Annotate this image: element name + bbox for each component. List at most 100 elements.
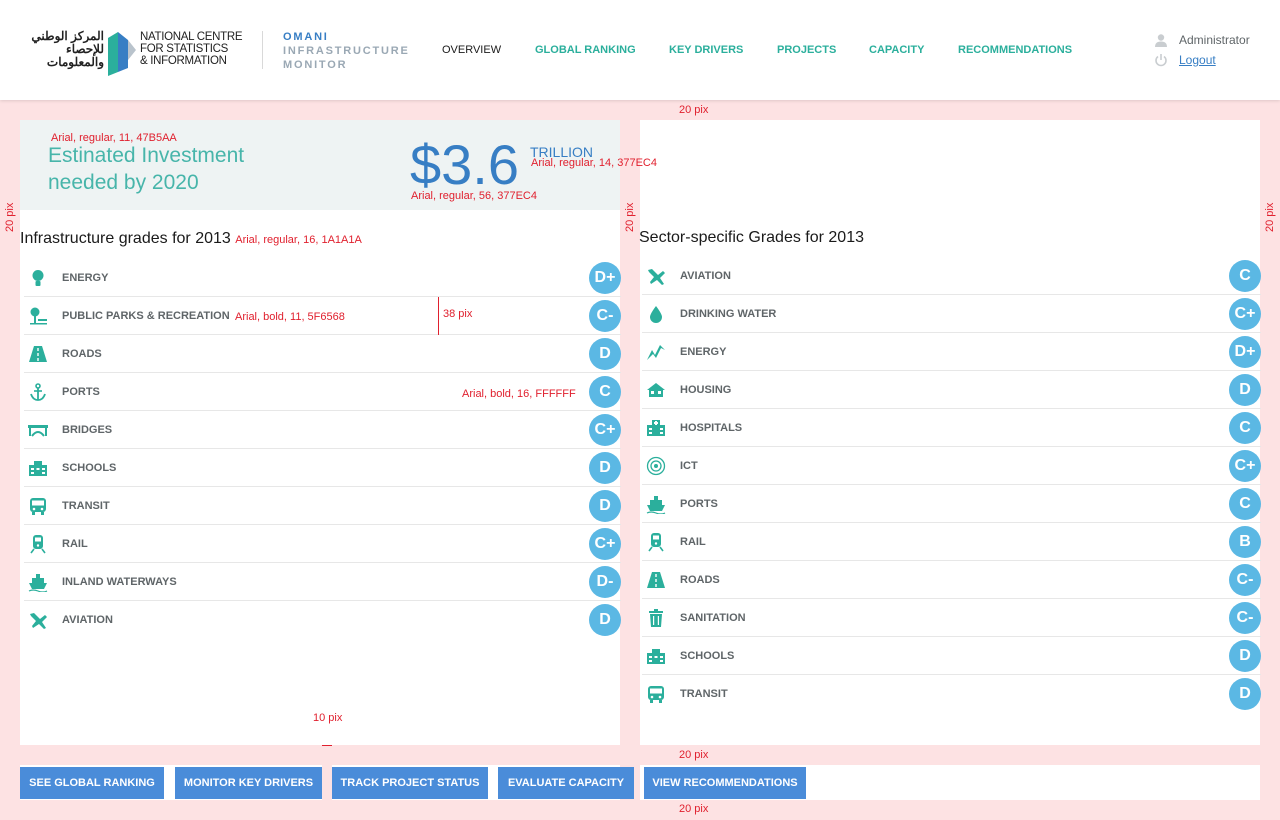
grade-badge: C [1229, 412, 1261, 444]
logout-link[interactable]: Logout [1179, 53, 1216, 67]
annotation-grade-spec: Arial, bold, 16, FFFFFF [462, 388, 576, 400]
grade-badge: D+ [1229, 336, 1261, 368]
nav-recommendations[interactable]: RECOMMENDATIONS [958, 44, 1072, 56]
list-item[interactable]: SCHOOLS D [24, 449, 621, 487]
ncsi-logo[interactable]: المركز الوطني للإحصاء والمعلومات NATIONA… [22, 28, 244, 76]
annotation-right-gap: 20 pix [1264, 202, 1276, 232]
guide-button-gap [322, 745, 332, 820]
nav-capacity[interactable]: CAPACITY [869, 44, 924, 56]
trash-icon [649, 609, 663, 627]
hospital-icon [647, 420, 665, 436]
header-divider [262, 31, 263, 69]
list-item[interactable]: ROADS D [24, 335, 621, 373]
list-item[interactable]: PUBLIC PARKS & RECREATION Arial, bold, 1… [24, 297, 621, 335]
grade-badge: C [1229, 260, 1261, 292]
nav-key-drivers[interactable]: KEY DRIVERS [669, 44, 743, 56]
annotation-row-height: 38 pix [443, 308, 473, 320]
guide-top [0, 100, 1280, 120]
evaluate-capacity-button[interactable]: EVALUATE CAPACITY [498, 767, 634, 799]
app-root: المركز الوطني للإحصاء والمعلومات NATIONA… [0, 0, 1280, 820]
grade-badge: D+ [589, 262, 621, 294]
list-item[interactable]: TRANSIT D [24, 487, 621, 525]
ship-icon [646, 496, 666, 514]
gap-marker [322, 745, 332, 746]
grade-badge: C+ [1229, 298, 1261, 330]
bridge-icon [28, 425, 48, 437]
plane-icon [648, 269, 665, 285]
house-icon [647, 383, 665, 397]
annotation-left-gap: 20 pix [4, 202, 16, 232]
list-item[interactable]: ENERGY D+ [642, 333, 1261, 371]
logo-mark-icon [108, 32, 136, 76]
list-item[interactable]: PORTS C [642, 485, 1261, 523]
grade-badge: C [1229, 488, 1261, 520]
grade-badge: D- [589, 566, 621, 598]
annotation-value-spec: Arial, regular, 56, 377EC4 [411, 190, 537, 202]
school-icon [647, 649, 665, 664]
list-item[interactable]: PORTS Arial, bold, 16, FFFFFF C [24, 373, 621, 411]
view-recommendations-button[interactable]: VIEW RECOMMENDATIONS [644, 767, 806, 799]
water-drop-icon [650, 306, 662, 323]
investment-value: $3.6 [410, 133, 519, 196]
user-menu: Administrator Logout [1154, 32, 1250, 72]
grade-badge: D [589, 604, 621, 636]
user-name: Administrator [1179, 33, 1250, 47]
row-height-marker [438, 297, 439, 335]
train-icon [30, 535, 46, 554]
list-item[interactable]: ROADS C- [642, 561, 1261, 599]
train-icon [648, 533, 664, 552]
list-item[interactable]: HOUSING D [642, 371, 1261, 409]
nav-overview[interactable]: OVERVIEW [442, 44, 501, 56]
investment-label: Estinated Investment needed by 2020 [48, 144, 245, 194]
guide-below-buttons [0, 800, 1280, 820]
grade-badge: C [589, 376, 621, 408]
grade-badge: D [1229, 640, 1261, 672]
grade-badge: C- [1229, 564, 1261, 596]
annotation-center-gap: 20 pix [624, 202, 636, 232]
top-header: المركز الوطني للإحصاء والمعلومات NATIONA… [0, 0, 1280, 100]
logo-arabic-text: المركز الوطني للإحصاء والمعلومات [31, 29, 104, 69]
left-panel-title: Infrastructure grades for 2013 Arial, re… [20, 230, 362, 247]
track-project-status-button[interactable]: TRACK PROJECT STATUS [332, 767, 488, 799]
list-item[interactable]: DRINKING WATER C+ [642, 295, 1261, 333]
bus-icon [30, 498, 46, 515]
right-panel-title: Sector-specific Grades for 2013 [639, 229, 864, 246]
list-item[interactable]: ENERGY D+ [24, 259, 621, 297]
list-item[interactable]: HOSPITALS C [642, 409, 1261, 447]
lightbulb-icon [32, 270, 44, 286]
annotation-label-spec: Arial, regular, 11, 47B5AA [51, 132, 177, 144]
list-item[interactable]: BRIDGES C+ [24, 411, 621, 449]
nav-projects[interactable]: PROJECTS [777, 44, 836, 56]
list-item[interactable]: TRANSIT D [642, 675, 1261, 713]
road-icon [647, 572, 665, 588]
grade-badge: C- [589, 300, 621, 332]
list-item[interactable]: INLAND WATERWAYS D- [24, 563, 621, 601]
list-item[interactable]: RAIL B [642, 523, 1261, 561]
annotation-title-spec: Arial, regular, 16, 1A1A1A [235, 234, 362, 246]
anchor-icon [30, 383, 46, 401]
grade-badge: D [589, 338, 621, 370]
logo-english-text: NATIONAL CENTRE FOR STATISTICS & INFORMA… [140, 31, 243, 67]
list-item[interactable]: SANITATION C- [642, 599, 1261, 637]
grade-badge: B [1229, 526, 1261, 558]
list-item[interactable]: AVIATION D [24, 601, 621, 639]
park-icon [30, 307, 47, 325]
list-item[interactable]: AVIATION C [642, 257, 1261, 295]
grade-badge: C- [1229, 602, 1261, 634]
user-icon [1155, 34, 1167, 47]
annotation-top-gap: 20 pix [679, 104, 709, 116]
guide-above-buttons [0, 745, 1280, 765]
monitor-key-drivers-button[interactable]: MONITOR KEY DRIVERS [175, 767, 322, 799]
list-item[interactable]: ICT C+ [642, 447, 1261, 485]
bus-icon [648, 686, 664, 703]
nav-global-ranking[interactable]: GLOBAL RANKING [535, 44, 636, 56]
grade-badge: C+ [589, 528, 621, 560]
grade-badge: D [589, 452, 621, 484]
signal-icon [646, 456, 666, 476]
list-item[interactable]: RAIL C+ [24, 525, 621, 563]
list-item[interactable]: SCHOOLS D [642, 637, 1261, 675]
annotation-bottom-gap: 10 pix [313, 712, 343, 724]
power-icon [1155, 54, 1167, 67]
see-global-ranking-button[interactable]: SEE GLOBAL RANKING [20, 767, 164, 799]
ship-icon [28, 574, 48, 592]
